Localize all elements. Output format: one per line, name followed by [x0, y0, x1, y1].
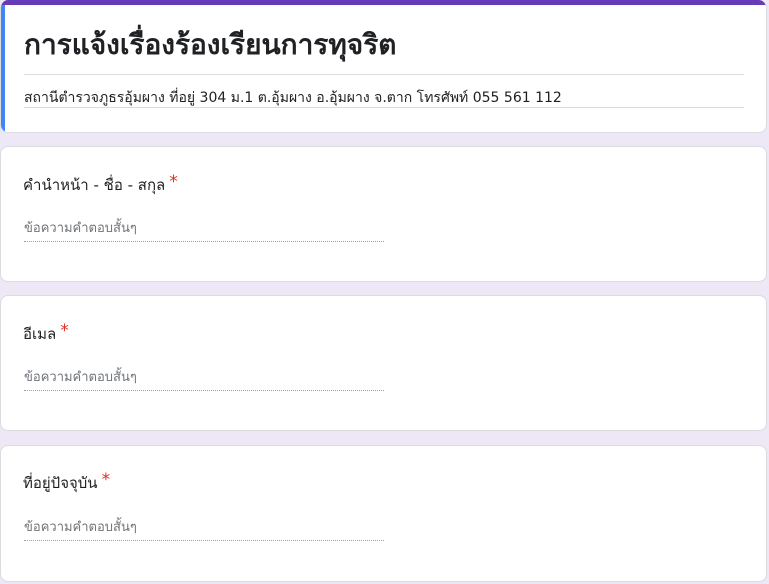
- active-section-indicator: [1, 5, 5, 132]
- question-label: คำนำหน้า - ชื่อ - สกุล *: [23, 172, 178, 197]
- question-card-address: ที่อยู่ปัจจุบัน *: [0, 445, 767, 582]
- form-header-card: การแจ้งเรื่องร้องเรียนการทุจริต สถานีตำร…: [0, 0, 767, 133]
- form-title: การแจ้งเรื่องร้องเรียนการทุจริต: [24, 28, 397, 61]
- address-input[interactable]: [24, 514, 384, 541]
- name-input[interactable]: [24, 215, 384, 242]
- description-divider: [24, 107, 744, 108]
- question-title: อีเมล: [23, 325, 57, 343]
- question-card-email: อีเมล *: [0, 295, 767, 431]
- title-divider: [24, 74, 744, 75]
- email-input[interactable]: [24, 364, 384, 391]
- question-label: ที่อยู่ปัจจุบัน *: [23, 470, 111, 495]
- question-title: คำนำหน้า - ชื่อ - สกุล: [23, 176, 166, 194]
- question-label: อีเมล *: [23, 321, 69, 346]
- required-asterisk: *: [101, 470, 111, 490]
- question-card-name: คำนำหน้า - ชื่อ - สกุล *: [0, 146, 767, 282]
- question-title: ที่อยู่ปัจจุบัน: [23, 474, 98, 492]
- form-description: สถานีตำรวจภูธรอุ้มผาง ที่อยู่ 304 ม.1 ต.…: [24, 90, 562, 106]
- header-color-band: [1, 0, 766, 5]
- required-asterisk: *: [60, 321, 69, 341]
- required-asterisk: *: [169, 172, 178, 192]
